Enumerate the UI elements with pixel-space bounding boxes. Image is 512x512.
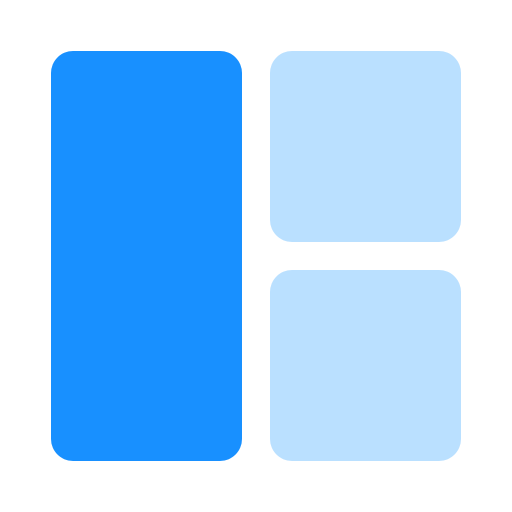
layout-panels-icon bbox=[0, 0, 512, 512]
top-right-panel-block bbox=[270, 51, 461, 242]
layout-panels-svg bbox=[51, 51, 461, 461]
left-panel-block bbox=[51, 51, 242, 461]
bottom-right-panel-block bbox=[270, 270, 461, 461]
